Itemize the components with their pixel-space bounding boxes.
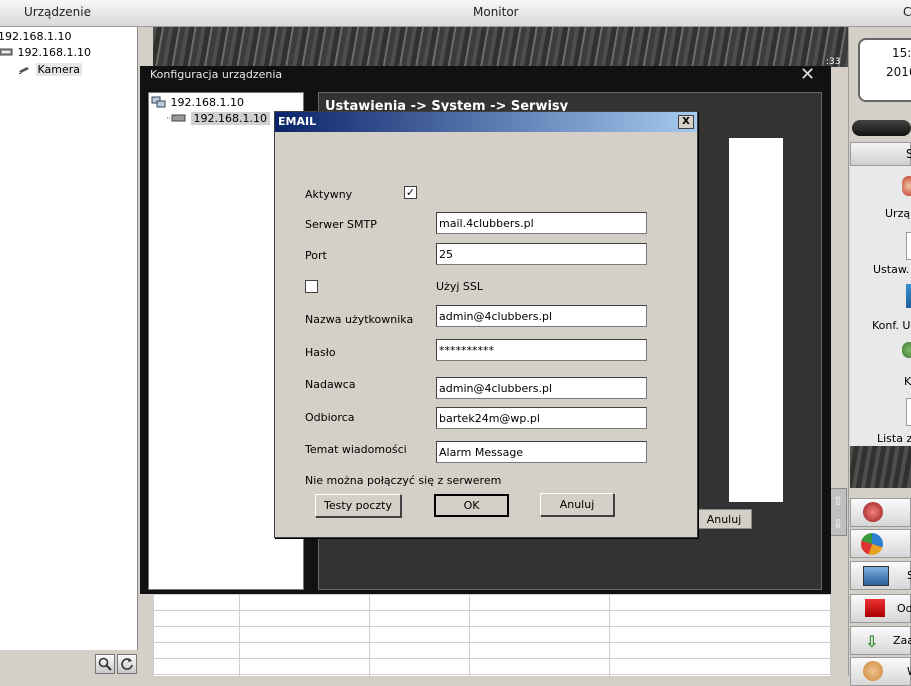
device-manager-icon[interactable] — [902, 176, 911, 196]
list-icon[interactable] — [906, 398, 911, 426]
preview-thumbnail — [850, 446, 911, 488]
menu-item-account[interactable]: K — [904, 375, 911, 388]
password-label: Hasło — [305, 346, 336, 359]
right-panel-header-label: S — [906, 147, 911, 161]
right-button-playback[interactable]: Odt — [850, 594, 911, 623]
arrow-down-icon[interactable]: ⇩ — [833, 517, 843, 531]
search-icon — [98, 657, 112, 671]
config-tree-device[interactable]: 192.168.1.10 — [167, 112, 270, 125]
download-icon: ⇩ — [865, 632, 879, 651]
cancel-button[interactable]: Anuluj — [540, 493, 614, 516]
right-button-3[interactable]: S — [850, 561, 911, 590]
smtp-label: Serwer SMTP — [305, 218, 377, 231]
alarm-icon — [863, 502, 883, 522]
menu-item-device[interactable]: Urzą — [885, 207, 910, 220]
camera-icon — [18, 67, 29, 74]
users-icon — [863, 661, 883, 681]
close-icon: X — [682, 116, 690, 127]
top-bar: Urządzenie Monitor C — [0, 0, 911, 27]
camera-view — [153, 27, 848, 67]
menu-item-user-config[interactable]: Konf. U — [872, 319, 910, 332]
smtp-server-input[interactable] — [436, 212, 647, 234]
right-button-1[interactable] — [850, 498, 911, 527]
right-button-label: Odt — [897, 602, 911, 615]
sender-label: Nadawca — [305, 378, 356, 391]
search-button[interactable] — [95, 654, 115, 674]
recipient-input[interactable] — [436, 407, 647, 429]
right-button-label: W — [907, 665, 911, 678]
active-label: Aktywny — [305, 188, 353, 201]
tree-item-device[interactable]: 192.168.1.10 — [0, 46, 91, 59]
settings-icon[interactable] — [906, 232, 911, 260]
config-dialog-title: Konfiguracja urządzenia — [150, 68, 283, 81]
device-icon — [167, 114, 186, 122]
playback-icon — [865, 599, 885, 617]
config-cancel-button[interactable]: Anuluj — [696, 509, 752, 529]
volume-slider[interactable] — [852, 120, 911, 136]
network-icon — [151, 96, 166, 108]
account-icon[interactable] — [902, 342, 911, 358]
test-mail-button[interactable]: Testy poczty — [315, 494, 401, 517]
tree-item-host[interactable]: 192.168.1.10 — [0, 30, 71, 43]
subject-input[interactable] — [436, 441, 647, 463]
tab-device[interactable]: Urządzenie — [24, 5, 91, 19]
username-label: Nazwa użytkownika — [305, 313, 414, 326]
ssl-checkbox[interactable] — [305, 280, 318, 293]
email-dialog: EMAIL X Aktywny ✓ Serwer SMTP Port Użyj … — [274, 111, 698, 538]
port-input[interactable] — [436, 243, 647, 265]
ssl-label: Użyj SSL — [436, 280, 483, 293]
right-button-2[interactable] — [850, 529, 911, 558]
right-menu-list: Urzą Ustaw. Konf. U K Lista z — [850, 166, 911, 488]
event-grid — [153, 594, 830, 676]
sender-input[interactable] — [436, 377, 647, 399]
subject-label: Temat wiadomości — [305, 443, 407, 456]
clock-display: 15: 2016 — [858, 38, 911, 102]
close-button[interactable]: X — [678, 115, 694, 129]
right-button-label: Zaa — [893, 634, 911, 647]
config-close-button[interactable]: ✕ — [800, 66, 815, 84]
right-button-advanced[interactable]: ⇩ Zaa — [850, 626, 911, 655]
device-icon — [0, 48, 13, 56]
email-title-bar: EMAIL — [275, 112, 697, 132]
menu-item-settings[interactable]: Ustaw. — [873, 263, 909, 276]
tree-item-label: 192.168.1.10 — [0, 30, 72, 43]
config-tree-label: 192.168.1.10 — [170, 96, 244, 109]
active-checkbox[interactable]: ✓ — [404, 186, 417, 199]
refresh-icon — [121, 658, 133, 670]
clock-date: 2016 — [886, 65, 911, 79]
tab-config[interactable]: C — [903, 5, 911, 19]
username-input[interactable] — [436, 305, 647, 327]
config-tree-host[interactable]: 192.168.1.10 — [151, 96, 244, 109]
menu-item-list[interactable]: Lista z — [877, 432, 911, 445]
user-config-icon[interactable] — [906, 284, 911, 308]
right-button-label: S — [907, 569, 911, 582]
status-text: Nie można połączyć się z serwerem — [305, 474, 502, 487]
clock-time: 15: — [892, 46, 911, 60]
refresh-button[interactable] — [117, 654, 137, 674]
email-dialog-title: EMAIL — [278, 115, 317, 128]
device-tree: 192.168.1.10 192.168.1.10 Kamera — [0, 27, 138, 650]
password-input[interactable] — [436, 339, 647, 361]
port-label: Port — [305, 249, 327, 262]
checkmark-icon: ✓ — [405, 186, 416, 199]
tree-item-label: Kamera — [35, 63, 83, 76]
ok-button[interactable]: OK — [434, 494, 509, 517]
config-content-area — [729, 138, 783, 502]
tree-toolbar — [0, 650, 140, 676]
display-icon — [863, 566, 889, 586]
tree-item-camera[interactable]: Kamera — [18, 63, 83, 76]
tree-item-label: 192.168.1.10 — [17, 46, 91, 59]
arrow-up-icon[interactable]: ⇧ — [833, 494, 843, 508]
right-panel-header: S — [850, 142, 911, 166]
scroll-arrows[interactable]: ⇧ ⇩ — [829, 488, 847, 536]
recipient-label: Odbiorca — [305, 411, 355, 424]
chart-icon — [861, 533, 883, 555]
tab-monitor[interactable]: Monitor — [473, 5, 519, 19]
config-tree-label: 192.168.1.10 — [190, 112, 270, 125]
right-button-users[interactable]: W — [850, 657, 911, 686]
